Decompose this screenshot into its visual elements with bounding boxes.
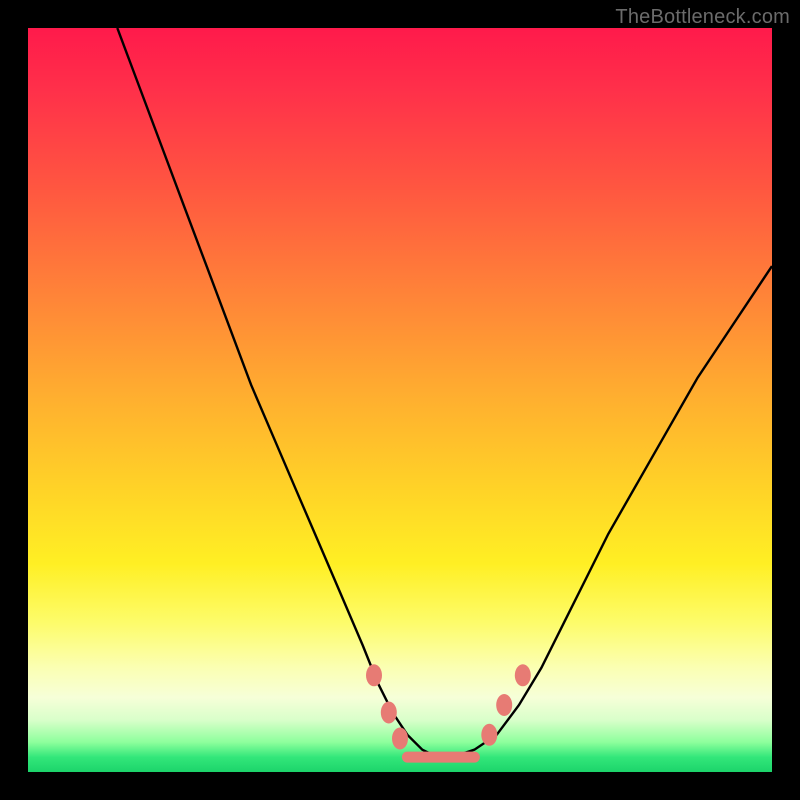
curve-markers [366, 664, 531, 749]
curve-marker [392, 728, 408, 750]
v-curve [117, 28, 772, 757]
curve-marker [515, 664, 531, 686]
bottleneck-curve-svg [28, 28, 772, 772]
curve-marker [366, 664, 382, 686]
chart-frame: TheBottleneck.com [0, 0, 800, 800]
chart-plot-area [28, 28, 772, 772]
curve-marker [381, 702, 397, 724]
curve-marker [496, 694, 512, 716]
watermark-text: TheBottleneck.com [615, 6, 790, 29]
curve-marker [481, 724, 497, 746]
